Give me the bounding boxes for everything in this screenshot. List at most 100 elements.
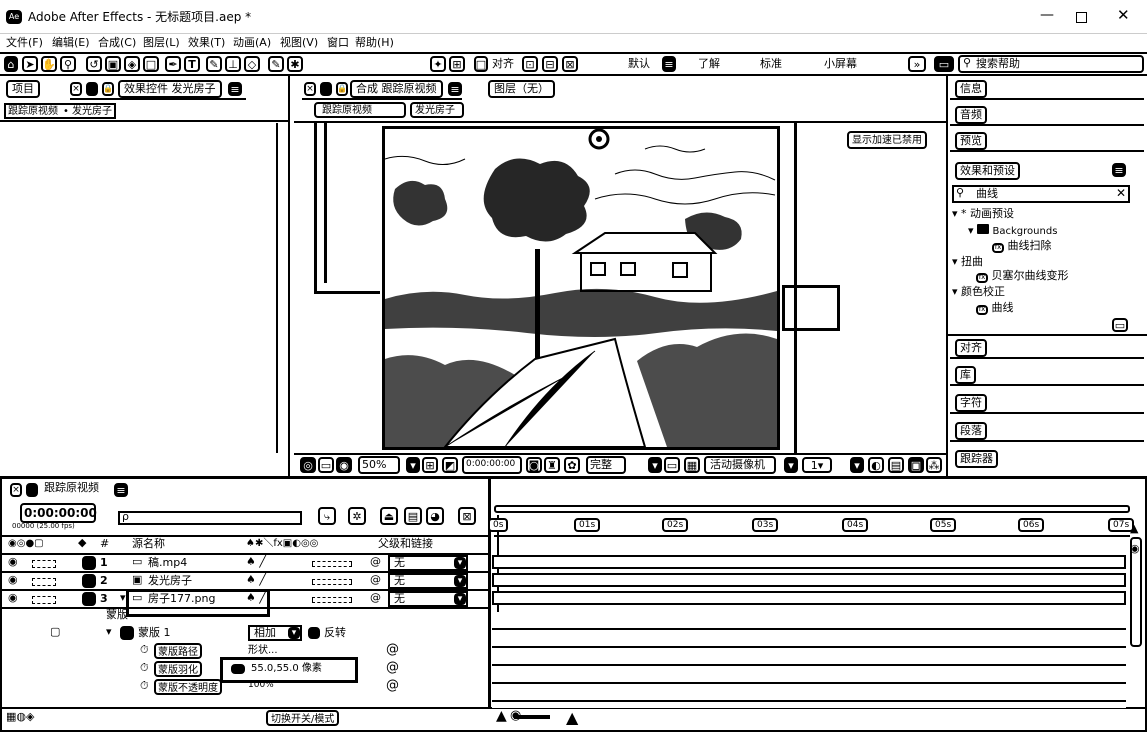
parent-pickwhip-icon[interactable]: @ [370, 591, 381, 604]
magnification-dropdown[interactable]: 50% [358, 456, 400, 474]
tree-item-curve-sweep[interactable]: fx 曲线扫除 [992, 239, 1052, 253]
toggle-switches-modes-button[interactable]: 切换开关/模式 [266, 710, 340, 726]
menu-view[interactable]: 视图(V) [280, 36, 318, 49]
new-folder-icon[interactable]: ▭ [1112, 318, 1128, 332]
pan-behind-tool-icon[interactable]: ◈ [124, 56, 140, 72]
menu-animation[interactable]: 动画(A) [233, 36, 271, 49]
camera-tool-icon[interactable]: ▣ [105, 56, 121, 72]
workspace-overflow-icon[interactable]: » [908, 56, 926, 72]
breadcrumb-comp[interactable]: 跟踪原视频 [8, 106, 58, 117]
label-column-icon[interactable]: ◆ [78, 536, 86, 549]
timeline-lock-icon[interactable] [26, 483, 38, 497]
mask-checkbox-icon[interactable]: ▢ [50, 625, 60, 638]
stopwatch-icon[interactable]: ⏱ [140, 661, 149, 674]
av-switches-icon[interactable]: ◉◎●▢ [8, 538, 44, 549]
snap-option-1-icon[interactable]: ⊡ [522, 56, 538, 72]
mask-name[interactable]: 蒙版 1 [138, 626, 171, 639]
panel-info[interactable]: 信息 [950, 78, 1144, 100]
zoom-out-mountain-icon[interactable]: ▲ [496, 708, 507, 724]
comp-lock-icon[interactable]: 🔒 [336, 82, 348, 96]
switches-columns-icon[interactable]: ♠✱＼fx▣◐◎◎ [246, 538, 318, 549]
eraser-tool-icon[interactable]: ◇ [244, 56, 260, 72]
mask-toggle-icon[interactable]: ◩ [442, 457, 458, 473]
layer-switches-icon[interactable]: ♠ ╱ [246, 573, 266, 586]
label-color-icon[interactable] [82, 592, 96, 606]
tree-item-curves[interactable]: fx 曲线 [976, 301, 1014, 315]
visibility-eye-icon[interactable]: ◉ [8, 573, 18, 586]
comp-close-icon[interactable]: × [304, 82, 316, 96]
mask-visibility-icon[interactable]: ▭ [318, 457, 334, 473]
current-time-field[interactable]: 0:00:00:00 [462, 456, 522, 474]
prop-mask-opacity-value[interactable]: 100% [248, 680, 274, 691]
menu-help[interactable]: 帮助(H) [355, 36, 394, 49]
roto-brush-tool-icon[interactable]: ✎ [268, 56, 284, 72]
motion-blur-icon[interactable]: ◕ [426, 507, 444, 525]
tree-item-color-correction[interactable]: ▾ 颜色校正 [952, 285, 1005, 298]
panel-library[interactable]: 库 [950, 364, 1144, 386]
layer-1-duration-bar[interactable] [492, 555, 1126, 569]
scroll-down-icon[interactable]: ◉ [1130, 542, 1140, 555]
parent-pickwhip-icon[interactable]: @ [370, 555, 381, 568]
region-icon[interactable]: ◉ [336, 457, 352, 473]
comp-sub-tab-layer[interactable]: 发光房子 [410, 102, 464, 118]
workspace-small-screen[interactable]: 小屏幕 [824, 57, 857, 70]
menu-effect[interactable]: 效果(T) [188, 36, 225, 49]
audio-switch-placeholder[interactable] [32, 596, 56, 604]
stopwatch-icon[interactable]: ⏱ [140, 643, 149, 656]
effects-search-clear-icon[interactable]: ✕ [1116, 186, 1126, 200]
zoom-dropdown-icon[interactable]: ▾ [406, 457, 420, 473]
menu-window[interactable]: 窗口 [327, 36, 349, 49]
comp-lock-toggle-icon[interactable] [320, 82, 332, 96]
timeline-search-input[interactable]: ρ [118, 510, 302, 525]
region-of-interest-icon[interactable]: ▭ [664, 457, 680, 473]
comp-sub-tab-comp[interactable]: 跟踪原视频 [314, 102, 406, 118]
local-axis-icon[interactable]: ✦ [430, 56, 446, 72]
menu-file[interactable]: 文件(F) [6, 36, 43, 49]
mask-row[interactable]: ▢ ▾ 蒙版 1 相加 ▾ 反转 [2, 625, 488, 643]
clone-stamp-tool-icon[interactable]: ⊥ [225, 56, 241, 72]
zoom-tool-icon[interactable]: ⚲ [60, 56, 76, 72]
transparency-grid-icon[interactable]: ▦ [684, 457, 700, 473]
parent-dropdown[interactable]: 无 ▾ [388, 555, 468, 571]
timeline-close-icon[interactable]: × [10, 483, 22, 497]
layer-2-duration-bar[interactable] [492, 573, 1126, 587]
label-color-icon[interactable] [82, 574, 96, 588]
zoom-in-mountain-icon[interactable]: ▲ [566, 709, 578, 727]
fast-preview-icon[interactable]: ▣ [908, 457, 924, 473]
rectangle-tool-icon[interactable]: □ [143, 56, 159, 72]
layer-row-1[interactable]: ◉ 1 ▭ 稿.mp4 ♠ ╱ @ 无 ▾ [2, 555, 488, 573]
reset-exposure-icon[interactable]: ◐ [868, 457, 884, 473]
effects-search-input[interactable]: ⚲ 曲线 [952, 185, 1130, 203]
workspace-learn[interactable]: 了解 [698, 57, 720, 70]
workspace-menu-icon[interactable]: ≡ [662, 56, 676, 72]
tree-item-distort[interactable]: ▾ 扭曲 [952, 255, 983, 268]
snap-option-2-icon[interactable]: ⊟ [542, 56, 558, 72]
show-snapshot-icon[interactable]: ♜ [544, 457, 560, 473]
camera-dropdown[interactable]: 活动摄像机 [704, 456, 776, 474]
grid-icon[interactable]: ⊞ [422, 457, 438, 473]
tree-item-backgrounds[interactable]: ▾ Backgrounds [968, 224, 1057, 237]
mask-twirl-icon[interactable]: ▾ [106, 625, 112, 638]
parent-dropdown[interactable]: 无 ▾ [388, 573, 468, 589]
minimize-icon[interactable]: — [1040, 7, 1054, 23]
breadcrumb-layer[interactable]: 发光房子 [72, 106, 112, 117]
snapping-checkbox-icon[interactable]: □ [474, 56, 488, 72]
layer-name[interactable]: 发光房子 [148, 574, 192, 587]
close-panel-icon[interactable]: × [70, 82, 82, 96]
constrain-proportions-icon[interactable] [231, 664, 245, 674]
timeline-menu-icon[interactable]: ≡ [114, 483, 128, 497]
panel-tracker[interactable]: 跟踪器 [950, 448, 1144, 470]
mask-mode-dropdown[interactable]: 相加 ▾ [248, 625, 302, 641]
stopwatch-icon[interactable]: ⏱ [140, 679, 149, 692]
resolution-dropdown[interactable]: 完整 [586, 456, 626, 474]
mask-group-label[interactable]: 蒙版 [106, 608, 128, 621]
switch-placeholders[interactable] [312, 561, 352, 567]
snapshot-icon[interactable]: ◙ [526, 457, 542, 473]
comp-viewport[interactable]: 显示加速已禁用 [276, 123, 946, 453]
effects-panel-menu-icon[interactable]: ≡ [1112, 163, 1126, 177]
frame-blending-icon[interactable]: ▤ [404, 507, 422, 525]
panel-character[interactable]: 字符 [950, 392, 1144, 414]
expression-spiral-icon[interactable]: @ [386, 678, 399, 693]
audio-switch-placeholder[interactable] [32, 560, 56, 568]
text-tool-icon[interactable]: T [184, 56, 200, 72]
